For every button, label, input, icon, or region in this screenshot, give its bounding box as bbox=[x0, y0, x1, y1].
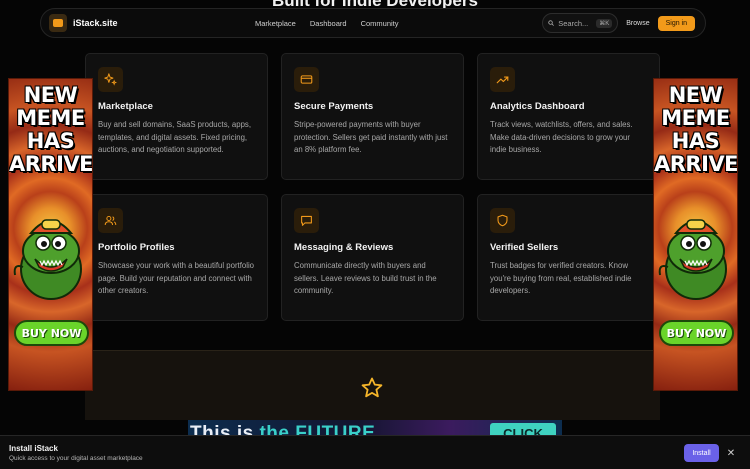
ad-headline-line: HAS bbox=[26, 129, 75, 153]
feature-description: Trust badges for verified creators. Know… bbox=[490, 261, 632, 296]
right-side-ad[interactable]: NEW MEME HAS ARRIVED! BUY NOW bbox=[653, 78, 738, 391]
ad-headline-line: NEW bbox=[668, 83, 723, 107]
install-subtitle: Quick access to your digital asset marke… bbox=[9, 455, 143, 462]
feature-title: Verified Sellers bbox=[490, 242, 559, 253]
left-side-ad[interactable]: NEW MEME HAS ARRIVED! BUY NOW bbox=[8, 78, 93, 391]
search-input[interactable] bbox=[558, 18, 593, 28]
shield-icon bbox=[490, 208, 515, 233]
feature-description: Stripe-powered payments with buyer prote… bbox=[294, 120, 448, 155]
brand-logo-icon bbox=[49, 14, 67, 32]
feature-card-verified-sellers: Verified Sellers Trust badges for verifi… bbox=[477, 194, 660, 321]
ad-headline-line: MEME bbox=[661, 106, 730, 130]
signin-button[interactable]: Sign in bbox=[657, 15, 695, 31]
ad-buy-now-button[interactable]: BUY NOW bbox=[659, 320, 734, 346]
ad-headline-line: NEW bbox=[23, 83, 78, 107]
install-title: Install iStack bbox=[9, 444, 58, 453]
install-app-prompt: Install iStack Quick access to your digi… bbox=[0, 435, 750, 469]
ad-headline: NEW MEME HAS ARRIVED! bbox=[9, 84, 92, 176]
ad-buy-now-button[interactable]: BUY NOW bbox=[14, 320, 89, 346]
nav-link-marketplace[interactable]: Marketplace bbox=[255, 19, 296, 28]
brand-name: iStack.site bbox=[73, 18, 118, 28]
ad-headline-line: ARRIVED! bbox=[654, 152, 738, 176]
feature-title: Portfolio Profiles bbox=[98, 242, 175, 253]
feature-card-marketplace: Marketplace Buy and sell domains, SaaS p… bbox=[85, 53, 268, 180]
feature-card-portfolio-profiles: Portfolio Profiles Showcase your work wi… bbox=[85, 194, 268, 321]
credit-card-icon bbox=[294, 67, 319, 92]
nav-links: Marketplace Dashboard Community bbox=[255, 19, 399, 28]
feature-title: Messaging & Reviews bbox=[294, 242, 394, 253]
install-button[interactable]: Install bbox=[684, 444, 719, 462]
search-icon bbox=[548, 20, 554, 26]
feature-title: Analytics Dashboard bbox=[490, 101, 585, 112]
trending-up-icon bbox=[490, 67, 515, 92]
top-navbar: iStack.site Marketplace Dashboard Commun… bbox=[40, 8, 706, 38]
message-square-icon bbox=[294, 208, 319, 233]
star-icon bbox=[361, 377, 383, 398]
ad-headline-line: MEME bbox=[16, 106, 85, 130]
feature-description: Track views, watchlists, offers, and sal… bbox=[490, 120, 633, 155]
feature-description: Showcase your work with a beautiful port… bbox=[98, 261, 255, 296]
search-box[interactable]: ⌘K bbox=[542, 13, 619, 33]
close-icon[interactable]: ✕ bbox=[724, 445, 738, 461]
features-grid: Marketplace Buy and sell domains, SaaS p… bbox=[85, 53, 660, 321]
feature-description: Buy and sell domains, SaaS products, app… bbox=[98, 120, 251, 155]
feature-card-secure-payments: Secure Payments Stripe-powered payments … bbox=[281, 53, 464, 180]
feature-card-analytics-dashboard: Analytics Dashboard Track views, watchli… bbox=[477, 53, 660, 180]
nav-actions: ⌘K Browse Sign in bbox=[542, 13, 695, 33]
users-icon bbox=[98, 208, 123, 233]
browse-link[interactable]: Browse bbox=[626, 20, 649, 27]
feature-card-messaging-reviews: Messaging & Reviews Communicate directly… bbox=[281, 194, 464, 321]
frog-mascot-icon bbox=[658, 219, 727, 300]
brand[interactable]: iStack.site bbox=[49, 14, 118, 32]
ad-headline: NEW MEME HAS ARRIVED! bbox=[654, 84, 737, 176]
nav-link-dashboard[interactable]: Dashboard bbox=[310, 19, 347, 28]
feature-title: Marketplace bbox=[98, 101, 153, 112]
ad-headline-line: HAS bbox=[671, 129, 720, 153]
feature-description: Communicate directly with buyers and sel… bbox=[294, 261, 437, 296]
search-shortcut-badge: ⌘K bbox=[596, 18, 613, 28]
frog-mascot-icon bbox=[13, 219, 82, 300]
ad-headline-line: ARRIVED! bbox=[9, 152, 93, 176]
nav-link-community[interactable]: Community bbox=[361, 19, 399, 28]
feature-title: Secure Payments bbox=[294, 101, 374, 112]
sparkles-icon bbox=[98, 67, 123, 92]
